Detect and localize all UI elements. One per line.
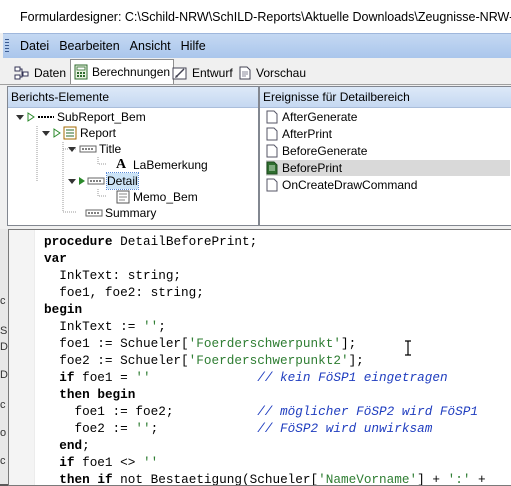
report-icon: [63, 126, 77, 140]
report-elements-header: Berichts-Elemente: [8, 87, 258, 108]
tree-label-summary: Summary: [105, 206, 157, 220]
document-icon: [266, 110, 278, 124]
band-icon: [85, 209, 103, 217]
menu-bar: Datei Bearbeiten Ansicht Hilfe: [3, 33, 511, 59]
tree-label-detail: Detail: [106, 172, 139, 190]
background-window-strip: c S D D c o c: [0, 229, 8, 484]
strip-glyph: c: [0, 295, 6, 307]
tab-entwurf[interactable]: Entwurf: [168, 61, 237, 84]
event-label: BeforePrint: [282, 161, 343, 175]
document-icon: [266, 178, 278, 192]
document-icon: [266, 144, 278, 158]
play-marker-icon: [27, 112, 35, 122]
tree-item-title[interactable]: Title: [67, 141, 121, 157]
text-cursor-icon: [405, 340, 411, 356]
tree-label-labemerkung: LaBemerkung: [133, 158, 208, 172]
strip-glyph: D: [0, 341, 8, 353]
tab-berechnungen[interactable]: Berechnungen: [70, 59, 175, 84]
play-marker-icon: [53, 128, 61, 138]
event-beforeprint[interactable]: BeforePrint: [266, 160, 510, 176]
event-label: AfterGenerate: [282, 110, 358, 124]
play-marker-icon: [79, 177, 85, 185]
tree-item-summary[interactable]: Summary: [85, 205, 156, 221]
formular-designer-window: Formulardesigner: C:\Schild-NRW\SchILD-R…: [0, 0, 511, 486]
strip-glyph: S: [0, 325, 8, 337]
code-editor[interactable]: procedure DetailBeforePrint; var InkText:…: [8, 229, 511, 486]
window-title: Formulardesigner: C:\Schild-NRW\SchILD-R…: [20, 9, 511, 24]
band-icon: [87, 177, 105, 185]
event-label: AfterPrint: [282, 127, 333, 141]
menu-bearbeiten[interactable]: Bearbeiten: [54, 39, 124, 53]
report-elements-panel: Berichts-Elemente SubReport_Bem Report T…: [7, 86, 259, 226]
events-header: Ereignisse für Detailbereich: [260, 87, 511, 108]
strip-glyph: c: [0, 399, 6, 411]
code-line[interactable]: InkText: string;: [44, 267, 486, 284]
memo-component-icon: [116, 190, 130, 204]
strip-glyph: c: [0, 455, 6, 467]
code-line[interactable]: procedure DetailBeforePrint;: [44, 233, 486, 250]
tab-vorschau-label: Vorschau: [256, 65, 307, 80]
tree-label-subreport: SubReport_Bem: [57, 110, 146, 124]
collapse-arrow-icon[interactable]: [15, 112, 25, 122]
tree-label-report: Report: [80, 126, 117, 140]
code-line[interactable]: InkText := '';: [44, 318, 486, 335]
tree-item-memo-bem[interactable]: Memo_Bem: [116, 189, 198, 205]
data-icon: [14, 66, 29, 79]
editor-gutter: [9, 230, 35, 485]
events-panel: Ereignisse für Detailbereich AfterGenera…: [259, 86, 511, 226]
event-aftergenerate[interactable]: AfterGenerate: [266, 109, 510, 125]
toolbar-grip[interactable]: [5, 39, 9, 53]
tree-label-memo-bem: Memo_Bem: [133, 190, 198, 204]
tab-berechnungen-label: Berechnungen: [92, 65, 171, 79]
code-line[interactable]: foe1 := foe2; // möglicher FöSP2 wird Fö…: [44, 403, 486, 420]
tree-item-subreport[interactable]: SubReport_Bem: [15, 109, 146, 125]
code-text[interactable]: procedure DetailBeforePrint; var InkText:…: [44, 233, 486, 485]
collapse-arrow-icon[interactable]: [67, 176, 77, 186]
strip-glyph: D: [0, 369, 8, 381]
event-afterprint[interactable]: AfterPrint: [266, 126, 510, 142]
code-line[interactable]: if foe1 <> '': [44, 454, 486, 471]
menu-ansicht[interactable]: Ansicht: [125, 39, 176, 53]
event-label: OnCreateDrawCommand: [282, 178, 418, 192]
tab-daten-label: Daten: [34, 65, 67, 80]
band-icon: [38, 116, 54, 118]
tree-label-title: Title: [99, 142, 122, 156]
code-line[interactable]: foe1, foe2: string;: [44, 284, 486, 301]
code-line[interactable]: foe2 := ''; // FöSP2 wird unwirksam: [44, 420, 486, 437]
label-component-icon: A: [116, 157, 127, 172]
tab-entwurf-label: Entwurf: [192, 65, 233, 80]
code-document-icon: [266, 161, 278, 175]
preview-icon: [239, 66, 251, 79]
event-beforegenerate[interactable]: BeforeGenerate: [266, 143, 510, 159]
calculator-icon: [74, 64, 88, 80]
document-icon: [266, 127, 278, 141]
event-label: BeforeGenerate: [282, 144, 368, 158]
tree-item-report[interactable]: Report: [41, 125, 116, 141]
event-oncreatedrawcommand[interactable]: OnCreateDrawCommand: [266, 177, 510, 193]
code-line[interactable]: foe2 := Schueler['Foerderschwerpunkt2'];: [44, 352, 486, 369]
tab-daten[interactable]: Daten: [10, 61, 70, 84]
menu-hilfe[interactable]: Hilfe: [176, 39, 211, 53]
code-line[interactable]: end;: [44, 437, 486, 454]
tree-item-labemerkung[interactable]: A LaBemerkung: [116, 157, 208, 173]
menu-datei[interactable]: Datei: [15, 39, 54, 53]
code-line[interactable]: foe1 := Schueler['Foerderschwerpunkt'];: [44, 335, 486, 352]
code-line[interactable]: begin: [44, 301, 486, 318]
band-icon: [79, 145, 97, 153]
tree-item-detail[interactable]: Detail: [67, 172, 139, 190]
tab-vorschau[interactable]: Vorschau: [234, 61, 310, 84]
collapse-arrow-icon[interactable]: [41, 128, 51, 138]
strip-glyph: o: [0, 427, 7, 439]
tab-bar: Daten Berechnungen Entwurf Vorschau: [0, 58, 511, 85]
code-line[interactable]: then begin: [44, 386, 486, 403]
design-icon: [172, 67, 187, 79]
title-bar: Formulardesigner: C:\Schild-NRW\SchILD-R…: [0, 0, 511, 33]
code-line[interactable]: if foe1 = '' // kein FöSP1 eingetragen: [44, 369, 486, 386]
collapse-arrow-icon[interactable]: [67, 144, 77, 154]
code-line[interactable]: var: [44, 250, 486, 267]
